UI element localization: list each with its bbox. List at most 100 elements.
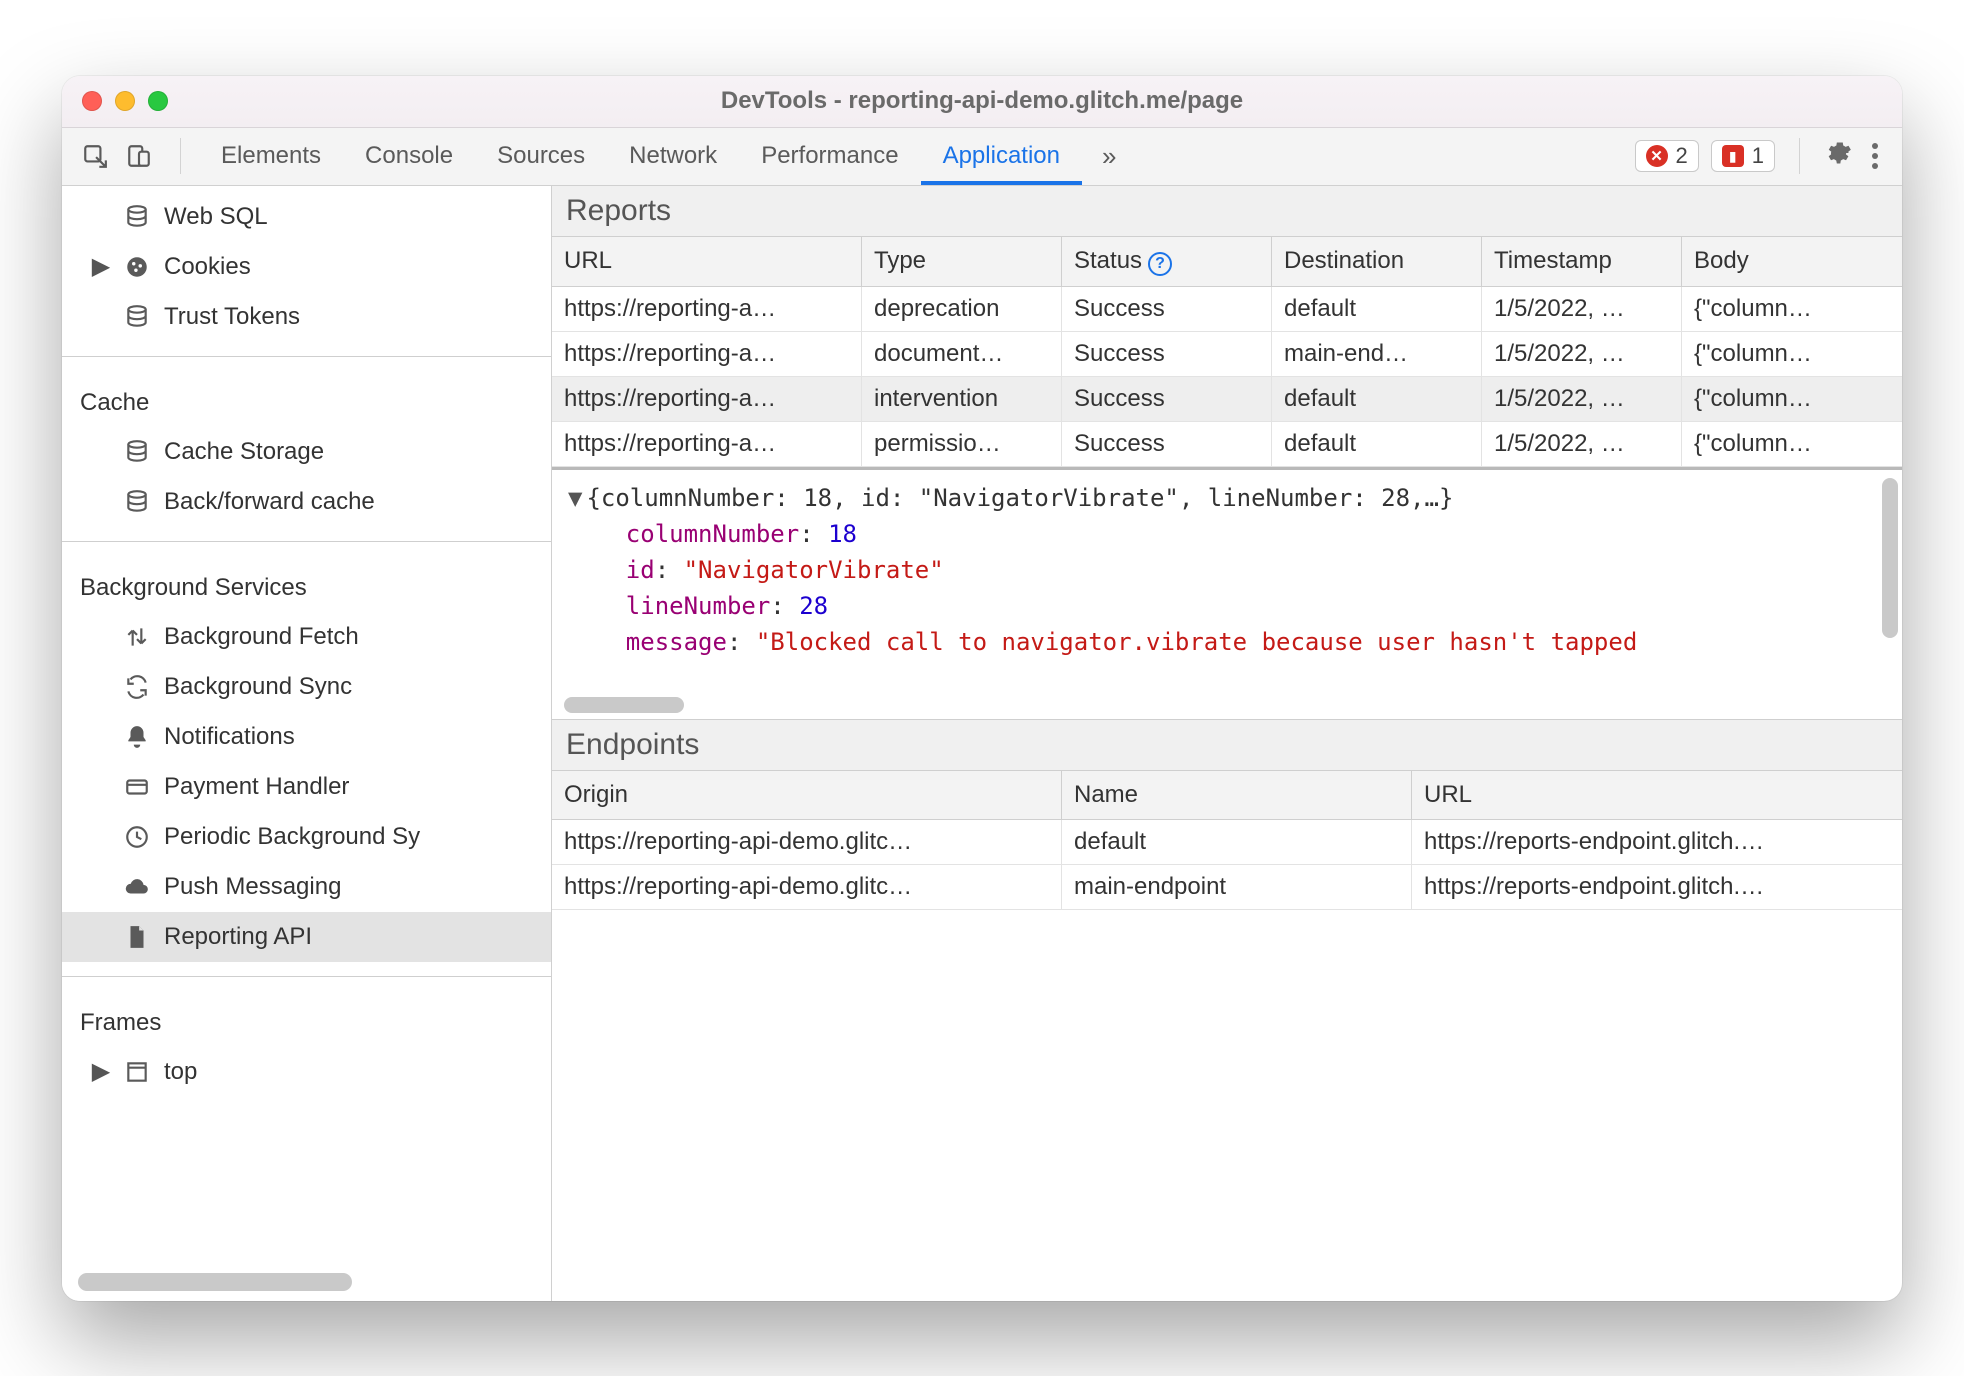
reports-row[interactable]: https://reporting-a… permissio… Success … <box>552 422 1902 467</box>
sidebar-item-label: Periodic Background Sy <box>164 823 420 851</box>
reports-row[interactable]: https://reporting-a… document… Success m… <box>552 332 1902 377</box>
detail-vertical-scrollbar[interactable] <box>1882 478 1898 695</box>
sidebar-item-label: Cache Storage <box>164 438 324 466</box>
tab-network[interactable]: Network <box>607 128 739 185</box>
cell-ts: 1/5/2022, … <box>1482 377 1682 422</box>
tab-elements[interactable]: Elements <box>199 128 343 185</box>
bell-icon <box>124 724 150 750</box>
inspect-icon[interactable] <box>82 143 108 169</box>
file-icon <box>124 924 150 950</box>
sidebar-item-cache-storage[interactable]: Cache Storage <box>62 427 551 477</box>
sidebar-divider <box>62 976 551 977</box>
sidebar-item-label: Push Messaging <box>164 873 341 901</box>
col-origin[interactable]: Origin <box>552 771 1062 820</box>
sidebar-item-frame-top[interactable]: ▶ top <box>62 1047 551 1097</box>
col-status[interactable]: Status? <box>1062 237 1272 287</box>
col-url[interactable]: URL <box>552 237 862 287</box>
error-icon: ✕ <box>1646 145 1668 167</box>
cell-url: https://reports-endpoint.glitch.… <box>1412 820 1902 865</box>
cell-status: Success <box>1062 332 1272 377</box>
sidebar-item-bg-fetch[interactable]: Background Fetch <box>62 612 551 662</box>
minimize-window-button[interactable] <box>115 91 135 111</box>
panel-tabs: Elements Console Sources Network Perform… <box>199 128 1082 185</box>
tab-console[interactable]: Console <box>343 128 475 185</box>
col-url[interactable]: URL <box>1412 771 1902 820</box>
detail-prop: message: "Blocked call to navigator.vibr… <box>568 624 1886 660</box>
frame-icon <box>124 1059 150 1085</box>
database-icon <box>124 439 150 465</box>
endpoints-panel: Endpoints Origin Name URL <box>552 719 1902 1301</box>
cell-type: intervention <box>862 377 1062 422</box>
cookie-icon <box>124 254 150 280</box>
tab-application[interactable]: Application <box>921 128 1082 185</box>
toolbar-divider <box>1799 138 1800 174</box>
sidebar-horizontal-scrollbar[interactable] <box>78 1273 535 1291</box>
cell-ts: 1/5/2022, … <box>1482 422 1682 467</box>
help-icon[interactable]: ? <box>1148 252 1172 276</box>
close-window-button[interactable] <box>82 91 102 111</box>
collapse-caret-icon[interactable]: ▼ <box>568 484 582 512</box>
errors-badge[interactable]: ✕ 2 <box>1635 140 1699 172</box>
sidebar-item-trust-tokens[interactable]: Trust Tokens <box>62 292 551 342</box>
cell-url: https://reporting-a… <box>552 377 862 422</box>
cell-dest: default <box>1272 287 1482 332</box>
content-column: Reports URL Type Status? Destination Tim… <box>552 186 1902 1301</box>
cell-url: https://reports-endpoint.glitch.… <box>1412 865 1902 910</box>
col-body[interactable]: Body <box>1682 237 1902 287</box>
sync-icon <box>124 674 150 700</box>
sidebar-item-label: top <box>164 1058 197 1086</box>
issue-icon: ▮ <box>1722 145 1744 167</box>
sidebar-item-periodic-sync[interactable]: Periodic Background Sy <box>62 812 551 862</box>
sidebar-item-bg-sync[interactable]: Background Sync <box>62 662 551 712</box>
toolbar-divider <box>180 138 181 174</box>
application-sidebar: Web SQL ▶ Cookies Trust Tokens Cache Cac… <box>62 186 552 1301</box>
traffic-lights <box>82 76 168 127</box>
reports-row[interactable]: https://reporting-a… deprecation Success… <box>552 287 1902 332</box>
reports-table: URL Type Status? Destination Timestamp B… <box>552 237 1902 467</box>
col-name[interactable]: Name <box>1062 771 1412 820</box>
cloud-icon <box>124 874 150 900</box>
endpoints-row[interactable]: https://reporting-api-demo.glitc… defaul… <box>552 820 1902 865</box>
more-menu-button[interactable] <box>1864 143 1886 169</box>
issues-count: 1 <box>1752 143 1764 169</box>
sidebar-item-label: Notifications <box>164 723 295 751</box>
expand-arrow-icon[interactable]: ▶ <box>94 1057 108 1086</box>
sidebar-item-reporting-api[interactable]: Reporting API <box>62 912 551 962</box>
cell-name: main-endpoint <box>1062 865 1412 910</box>
sidebar-item-notifications[interactable]: Notifications <box>62 712 551 762</box>
device-toggle-icon[interactable] <box>126 143 152 169</box>
clock-icon <box>124 824 150 850</box>
maximize-window-button[interactable] <box>148 91 168 111</box>
cell-ts: 1/5/2022, … <box>1482 287 1682 332</box>
endpoints-table: Origin Name URL https://reporting-api-de… <box>552 771 1902 910</box>
col-type[interactable]: Type <box>862 237 1062 287</box>
more-tabs-button[interactable]: » <box>1088 141 1130 172</box>
reports-header-row: URL Type Status? Destination Timestamp B… <box>552 237 1902 287</box>
sidebar-item-label: Trust Tokens <box>164 303 300 331</box>
detail-prop: id: "NavigatorVibrate" <box>568 552 1886 588</box>
sidebar-item-label: Web SQL <box>164 203 268 231</box>
tab-sources[interactable]: Sources <box>475 128 607 185</box>
tab-performance[interactable]: Performance <box>739 128 920 185</box>
sidebar-section-bg: Background Services <box>62 556 551 612</box>
sidebar-item-payment[interactable]: Payment Handler <box>62 762 551 812</box>
cell-body: {"column… <box>1682 377 1902 422</box>
col-timestamp[interactable]: Timestamp <box>1482 237 1682 287</box>
sidebar-item-websql[interactable]: Web SQL <box>62 192 551 242</box>
issues-badge[interactable]: ▮ 1 <box>1711 140 1775 172</box>
sidebar-item-label: Background Sync <box>164 673 352 701</box>
sidebar-item-bfcache[interactable]: Back/forward cache <box>62 477 551 527</box>
sidebar-divider <box>62 356 551 357</box>
detail-horizontal-scrollbar[interactable] <box>564 697 1890 713</box>
settings-button[interactable] <box>1824 139 1852 174</box>
detail-summary-line[interactable]: ▼{columnNumber: 18, id: "NavigatorVibrat… <box>568 480 1886 516</box>
endpoints-header-row: Origin Name URL <box>552 771 1902 820</box>
sidebar-item-label: Reporting API <box>164 923 312 951</box>
reports-row-selected[interactable]: https://reporting-a… intervention Succes… <box>552 377 1902 422</box>
expand-arrow-icon[interactable]: ▶ <box>94 252 108 281</box>
detail-prop: columnNumber: 18 <box>568 516 1886 552</box>
sidebar-item-cookies[interactable]: ▶ Cookies <box>62 242 551 292</box>
endpoints-row[interactable]: https://reporting-api-demo.glitc… main-e… <box>552 865 1902 910</box>
sidebar-item-push[interactable]: Push Messaging <box>62 862 551 912</box>
col-destination[interactable]: Destination <box>1272 237 1482 287</box>
